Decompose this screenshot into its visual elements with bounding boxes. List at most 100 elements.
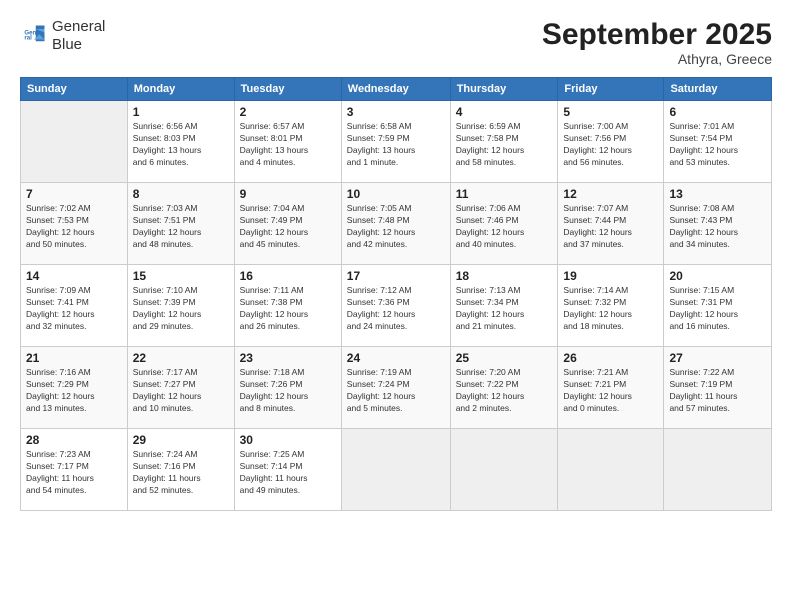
day-info: Sunrise: 7:25 AM Sunset: 7:14 PM Dayligh… — [240, 449, 336, 497]
day-info: Sunrise: 6:57 AM Sunset: 8:01 PM Dayligh… — [240, 121, 336, 169]
table-cell: 25 Sunrise: 7:20 AM Sunset: 7:22 PM Dayli… — [450, 347, 558, 429]
day-info: Sunrise: 7:03 AM Sunset: 7:51 PM Dayligh… — [133, 203, 229, 251]
col-sunday: Sunday — [21, 78, 128, 101]
day-number: 17 — [347, 269, 445, 283]
table-cell: 15 Sunrise: 7:10 AM Sunset: 7:39 PM Dayli… — [127, 265, 234, 347]
table-cell: 29Sunrise: 7:24 AM Sunset: 7:16 PM Dayli… — [127, 429, 234, 511]
table-cell: 21 Sunrise: 7:16 AM Sunset: 7:29 PM Dayli… — [21, 347, 128, 429]
day-info: Sunrise: 7:17 AM Sunset: 7:27 PM Dayligh… — [133, 367, 229, 415]
calendar-row: 14 Sunrise: 7:09 AM Sunset: 7:41 PM Dayli… — [21, 265, 772, 347]
day-info: Sunrise: 7:10 AM Sunset: 7:39 PM Dayligh… — [133, 285, 229, 333]
calendar-row: 28 Sunrise: 7:23 AM Sunset: 7:17 PM Dayli… — [21, 429, 772, 511]
day-info: Sunrise: 6:58 AM Sunset: 7:59 PM Dayligh… — [347, 121, 445, 169]
day-info: Sunrise: 7:20 AM Sunset: 7:22 PM Dayligh… — [456, 367, 553, 415]
table-cell: 9 Sunrise: 7:04 AM Sunset: 7:49 PM Daylig… — [234, 183, 341, 265]
table-cell: 7Sunrise: 7:02 AM Sunset: 7:53 PM Daylig… — [21, 183, 128, 265]
calendar-row: 7Sunrise: 7:02 AM Sunset: 7:53 PM Daylig… — [21, 183, 772, 265]
table-cell: 28 Sunrise: 7:23 AM Sunset: 7:17 PM Dayli… — [21, 429, 128, 511]
table-cell: 14 Sunrise: 7:09 AM Sunset: 7:41 PM Dayli… — [21, 265, 128, 347]
calendar-row: 21 Sunrise: 7:16 AM Sunset: 7:29 PM Dayli… — [21, 347, 772, 429]
day-info: Sunrise: 6:59 AM Sunset: 7:58 PM Dayligh… — [456, 121, 553, 169]
day-number: 29 — [133, 433, 229, 447]
col-wednesday: Wednesday — [341, 78, 450, 101]
table-cell — [21, 101, 128, 183]
day-number: 5 — [563, 105, 658, 119]
day-info: Sunrise: 7:00 AM Sunset: 7:56 PM Dayligh… — [563, 121, 658, 169]
day-number: 9 — [240, 187, 336, 201]
day-info: Sunrise: 7:15 AM Sunset: 7:31 PM Dayligh… — [669, 285, 766, 333]
day-info: Sunrise: 7:04 AM Sunset: 7:49 PM Dayligh… — [240, 203, 336, 251]
day-number: 24 — [347, 351, 445, 365]
table-cell — [341, 429, 450, 511]
table-cell: 3 Sunrise: 6:58 AM Sunset: 7:59 PM Daylig… — [341, 101, 450, 183]
day-info: Sunrise: 7:21 AM Sunset: 7:21 PM Dayligh… — [563, 367, 658, 415]
day-number: 25 — [456, 351, 553, 365]
day-number: 26 — [563, 351, 658, 365]
day-info: Sunrise: 7:14 AM Sunset: 7:32 PM Dayligh… — [563, 285, 658, 333]
svg-text:ral: ral — [24, 35, 32, 42]
calendar-row: 1 Sunrise: 6:56 AM Sunset: 8:03 PM Daylig… — [21, 101, 772, 183]
page: Gene ral General Blue September 2025 Ath… — [0, 0, 792, 612]
day-number: 12 — [563, 187, 658, 201]
table-cell: 23 Sunrise: 7:18 AM Sunset: 7:26 PM Dayli… — [234, 347, 341, 429]
day-info: Sunrise: 7:23 AM Sunset: 7:17 PM Dayligh… — [26, 449, 122, 497]
day-info: Sunrise: 6:56 AM Sunset: 8:03 PM Dayligh… — [133, 121, 229, 169]
day-number: 14 — [26, 269, 122, 283]
day-number: 1 — [133, 105, 229, 119]
table-cell: 17Sunrise: 7:12 AM Sunset: 7:36 PM Dayli… — [341, 265, 450, 347]
table-cell — [450, 429, 558, 511]
day-number: 3 — [347, 105, 445, 119]
day-number: 27 — [669, 351, 766, 365]
day-number: 19 — [563, 269, 658, 283]
table-cell: 26 Sunrise: 7:21 AM Sunset: 7:21 PM Dayli… — [558, 347, 664, 429]
day-info: Sunrise: 7:18 AM Sunset: 7:26 PM Dayligh… — [240, 367, 336, 415]
table-cell: 18Sunrise: 7:13 AM Sunset: 7:34 PM Dayli… — [450, 265, 558, 347]
table-cell: 11 Sunrise: 7:06 AM Sunset: 7:46 PM Dayli… — [450, 183, 558, 265]
col-thursday: Thursday — [450, 78, 558, 101]
day-info: Sunrise: 7:19 AM Sunset: 7:24 PM Dayligh… — [347, 367, 445, 415]
day-number: 2 — [240, 105, 336, 119]
table-cell: 10 Sunrise: 7:05 AM Sunset: 7:48 PM Dayli… — [341, 183, 450, 265]
logo: Gene ral General Blue — [20, 18, 105, 54]
logo-icon: Gene ral — [20, 22, 48, 50]
title-block: September 2025 Athyra, Greece — [542, 18, 772, 67]
table-cell: 16Sunrise: 7:11 AM Sunset: 7:38 PM Dayli… — [234, 265, 341, 347]
table-cell: 8 Sunrise: 7:03 AM Sunset: 7:51 PM Daylig… — [127, 183, 234, 265]
table-cell: 22Sunrise: 7:17 AM Sunset: 7:27 PM Dayli… — [127, 347, 234, 429]
day-info: Sunrise: 7:09 AM Sunset: 7:41 PM Dayligh… — [26, 285, 122, 333]
day-number: 13 — [669, 187, 766, 201]
table-cell: 13 Sunrise: 7:08 AM Sunset: 7:43 PM Dayli… — [664, 183, 772, 265]
day-number: 11 — [456, 187, 553, 201]
month-title: September 2025 — [542, 18, 772, 51]
day-number: 8 — [133, 187, 229, 201]
day-info: Sunrise: 7:06 AM Sunset: 7:46 PM Dayligh… — [456, 203, 553, 251]
table-cell: 24 Sunrise: 7:19 AM Sunset: 7:24 PM Dayli… — [341, 347, 450, 429]
day-number: 15 — [133, 269, 229, 283]
table-cell: 19 Sunrise: 7:14 AM Sunset: 7:32 PM Dayli… — [558, 265, 664, 347]
location: Athyra, Greece — [542, 51, 772, 67]
day-number: 6 — [669, 105, 766, 119]
day-number: 28 — [26, 433, 122, 447]
day-info: Sunrise: 7:22 AM Sunset: 7:19 PM Dayligh… — [669, 367, 766, 415]
table-cell: 4Sunrise: 6:59 AM Sunset: 7:58 PM Daylig… — [450, 101, 558, 183]
calendar-header-row: Sunday Monday Tuesday Wednesday Thursday… — [21, 78, 772, 101]
day-number: 7 — [26, 187, 122, 201]
day-number: 21 — [26, 351, 122, 365]
day-info: Sunrise: 7:13 AM Sunset: 7:34 PM Dayligh… — [456, 285, 553, 333]
day-info: Sunrise: 7:08 AM Sunset: 7:43 PM Dayligh… — [669, 203, 766, 251]
day-info: Sunrise: 7:05 AM Sunset: 7:48 PM Dayligh… — [347, 203, 445, 251]
calendar: Sunday Monday Tuesday Wednesday Thursday… — [20, 77, 772, 511]
col-monday: Monday — [127, 78, 234, 101]
table-cell: 6Sunrise: 7:01 AM Sunset: 7:54 PM Daylig… — [664, 101, 772, 183]
day-info: Sunrise: 7:07 AM Sunset: 7:44 PM Dayligh… — [563, 203, 658, 251]
day-info: Sunrise: 7:16 AM Sunset: 7:29 PM Dayligh… — [26, 367, 122, 415]
logo-line2: Blue — [52, 36, 105, 54]
table-cell — [558, 429, 664, 511]
day-number: 10 — [347, 187, 445, 201]
day-number: 20 — [669, 269, 766, 283]
table-cell: 12 Sunrise: 7:07 AM Sunset: 7:44 PM Dayli… — [558, 183, 664, 265]
day-number: 16 — [240, 269, 336, 283]
col-tuesday: Tuesday — [234, 78, 341, 101]
logo-text: General Blue — [52, 18, 105, 54]
day-number: 23 — [240, 351, 336, 365]
